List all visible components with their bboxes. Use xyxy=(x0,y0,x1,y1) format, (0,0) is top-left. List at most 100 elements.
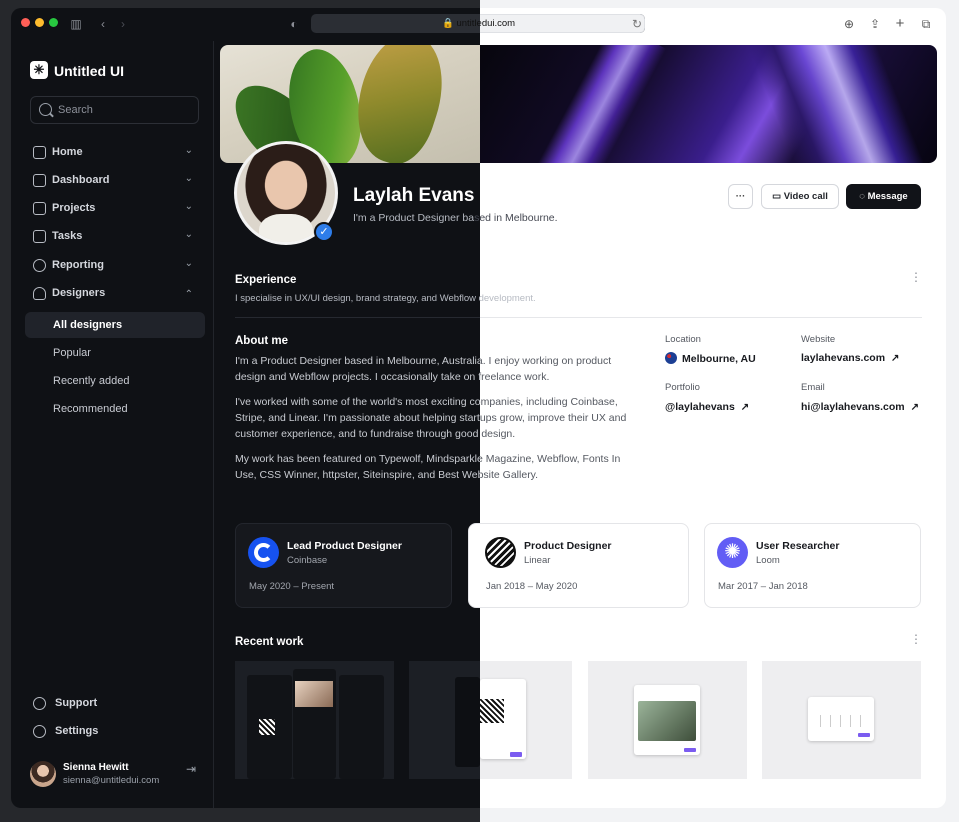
forward-arrow-icon[interactable]: › xyxy=(114,15,132,33)
job-card[interactable]: ✺ User Researcher Loom Mar 2017 – Jan 20… xyxy=(704,523,921,608)
video-camera-icon: ▭ xyxy=(772,191,784,202)
location-label: Location xyxy=(665,334,701,345)
avatar[interactable] xyxy=(30,761,56,787)
job-card[interactable]: Product Designer Linear Jan 2018 – May 2… xyxy=(468,523,689,608)
nav-item-settings[interactable]: Settings xyxy=(30,720,199,744)
profile-bio-part: sed in Melbourne. xyxy=(474,212,558,224)
sub-item-all-designers[interactable]: All designers xyxy=(25,312,205,338)
reload-icon[interactable]: ↻ xyxy=(628,15,646,33)
profile-name: Laylah Evans xyxy=(353,185,475,206)
user-email: sienna@untitledui.com xyxy=(63,775,160,786)
chevron-down-icon: ⌄ xyxy=(184,145,193,156)
video-call-button[interactable]: ▭ Video call xyxy=(761,184,839,209)
chevron-up-icon: ⌃ xyxy=(184,289,193,300)
nav-item-dashboard[interactable]: Dashboard ⌄ xyxy=(30,168,199,194)
maximize-window-button[interactable] xyxy=(49,18,58,27)
job-dates: Jan 2018 – May 2020 xyxy=(486,581,578,592)
linear-logo-icon xyxy=(485,537,516,568)
new-tab-icon[interactable]: + xyxy=(891,15,909,33)
chevron-down-icon: ⌄ xyxy=(184,258,193,269)
share-icon[interactable]: ⇪ xyxy=(866,15,884,33)
search-input[interactable]: Search xyxy=(30,96,199,124)
nav-item-projects[interactable]: Projects ⌄ xyxy=(30,196,199,222)
experience-text: I specialise in UX/UI design, brand stra… xyxy=(235,293,536,304)
australia-flag-icon xyxy=(665,352,677,364)
divider xyxy=(235,317,480,318)
work-thumbnail[interactable] xyxy=(480,661,572,779)
website-link[interactable]: laylahevans.com ↗ xyxy=(801,352,899,364)
recent-work-menu-icon[interactable]: ⋮ xyxy=(910,632,922,646)
job-dates: Mar 2017 – Jan 2018 xyxy=(718,581,808,592)
nav-item-home[interactable]: Home ⌄ xyxy=(30,140,199,166)
email-label: Email xyxy=(801,382,825,393)
back-arrow-icon[interactable]: ‹ xyxy=(94,15,112,33)
message-icon: ◌ xyxy=(859,191,868,202)
arrow-up-right-icon: ↗ xyxy=(910,402,920,413)
sub-item-recommended[interactable]: Recommended xyxy=(25,396,205,422)
bar-chart-icon xyxy=(33,174,46,187)
portfolio-link[interactable]: @laylahevans ↗ xyxy=(665,401,749,413)
cover-image xyxy=(220,45,937,163)
more-label: ··· xyxy=(735,191,746,202)
nav-item-reporting[interactable]: Reporting ⌄ xyxy=(30,253,199,279)
sub-item-label: All designers xyxy=(53,319,123,331)
job-title: User Researcher xyxy=(756,540,840,552)
job-dates: May 2020 – Present xyxy=(249,581,335,592)
nav-label: Projects xyxy=(52,202,96,214)
work-thumbnail[interactable] xyxy=(235,661,394,779)
sub-item-label: Recommended xyxy=(53,403,128,415)
nav-item-support[interactable]: Support xyxy=(30,692,199,716)
close-window-button[interactable] xyxy=(21,18,30,27)
job-title: Lead Product Designer xyxy=(287,540,402,552)
work-thumbnail[interactable] xyxy=(762,661,921,779)
experience-menu-icon[interactable]: ⋮ xyxy=(910,270,922,284)
profile-bio: I'm a Product Designer based in Melbourn… xyxy=(353,212,558,224)
logo-icon: ✳ xyxy=(30,61,48,79)
sidebar-toggle-icon[interactable]: ▥ xyxy=(67,15,85,33)
email-text: hi@laylahevans.com xyxy=(801,401,905,413)
arrow-up-right-icon: ↗ xyxy=(891,353,900,364)
message-label: Message xyxy=(867,191,908,202)
user-name: Sienna Hewitt xyxy=(63,762,129,773)
sub-item-popular[interactable]: Popular xyxy=(25,340,205,366)
website-label: Website xyxy=(801,334,836,345)
arrow-up-right-icon: ↗ xyxy=(740,402,750,413)
job-company: Coinbase xyxy=(287,555,328,566)
nav-label: Dashboard xyxy=(52,174,110,186)
tab-overview-icon[interactable]: ⧉ xyxy=(917,15,935,33)
email-link[interactable]: hi@laylahevans.com ↗ xyxy=(801,401,919,413)
more-options-button[interactable]: ··· xyxy=(728,184,753,209)
app-name: Untitled UI xyxy=(54,63,124,79)
profile-bio-part: I'm a Product Designer ba xyxy=(353,212,475,224)
about-title: About me xyxy=(235,335,289,347)
chevron-down-icon: ⌄ xyxy=(184,173,193,184)
job-company: Linear xyxy=(524,555,551,566)
browser-toolbar: ▥ ‹ › ◐ 🔒 untitledui.com ↻ ⊕ ⇪ + ⧉ xyxy=(11,8,946,40)
loom-logo-icon: ✺ xyxy=(717,537,748,568)
portfolio-text: @laylahevans xyxy=(665,401,735,413)
nav-label: Settings xyxy=(55,725,99,737)
sub-item-recently-added[interactable]: Recently added xyxy=(25,368,205,394)
sub-item-label: Popular xyxy=(53,347,91,359)
nav-item-tasks[interactable]: Tasks ⌄ xyxy=(30,224,199,250)
work-thumbnail[interactable] xyxy=(588,661,747,779)
nav-item-designers[interactable]: Designers ⌃ xyxy=(30,281,199,307)
download-icon[interactable]: ⊕ xyxy=(840,15,858,33)
url-value: untitledui.com xyxy=(456,18,516,29)
message-button[interactable]: ◌ Message xyxy=(846,184,921,209)
search-icon xyxy=(39,103,52,116)
portfolio-label: Portfolio xyxy=(665,382,700,393)
job-card[interactable]: Lead Product Designer Coinbase May 2020 … xyxy=(235,523,452,608)
nav-label: Home xyxy=(52,146,83,158)
logout-icon[interactable]: ⇥ xyxy=(186,762,196,776)
nav-label: Reporting xyxy=(52,259,104,271)
chevron-down-icon: ⌄ xyxy=(184,229,193,240)
shield-icon[interactable]: ◐ xyxy=(285,15,303,33)
divider xyxy=(480,317,922,318)
check-square-icon xyxy=(33,230,46,243)
verified-badge-icon: ✓ xyxy=(314,222,334,242)
minimize-window-button[interactable] xyxy=(35,18,44,27)
gear-icon xyxy=(33,725,46,738)
work-thumbnail[interactable] xyxy=(409,661,480,779)
location-text: Melbourne, AU xyxy=(682,353,756,365)
